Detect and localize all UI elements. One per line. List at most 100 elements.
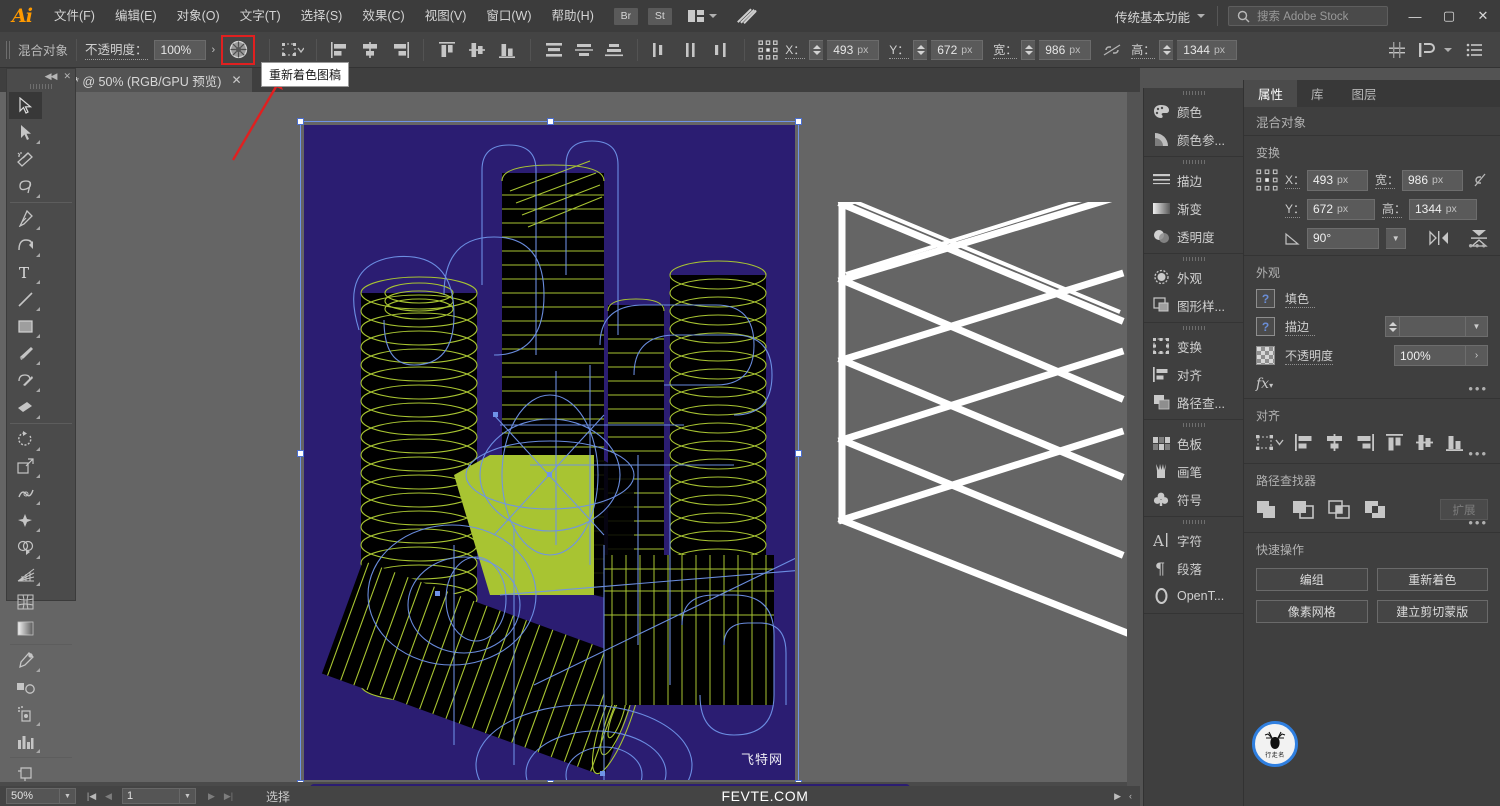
column-graph-tool[interactable] xyxy=(9,728,42,755)
pathfinder-more-options[interactable]: ••• xyxy=(1468,519,1488,527)
align-right-button[interactable] xyxy=(387,37,413,63)
dock-item-transform[interactable]: 变换 xyxy=(1144,332,1243,360)
align-top-button[interactable] xyxy=(1385,434,1404,451)
reference-point-widget[interactable] xyxy=(755,37,781,63)
menu-object[interactable]: 对象(O) xyxy=(167,0,230,32)
pathfinder-intersect-button[interactable] xyxy=(1328,500,1350,519)
control-bar-grip[interactable] xyxy=(6,41,10,59)
eyedropper-tool[interactable] xyxy=(9,647,42,674)
y-stepper[interactable] xyxy=(913,40,927,60)
x-stepper[interactable] xyxy=(809,40,823,60)
pathfinder-unite-button[interactable] xyxy=(1256,500,1278,519)
perspective-grid-tool[interactable] xyxy=(9,561,42,588)
close-icon[interactable]: ✕ xyxy=(63,71,70,82)
align-center-vertical-button[interactable] xyxy=(1415,434,1434,451)
opacity-input[interactable]: 100% xyxy=(154,40,206,60)
dock-grip[interactable] xyxy=(1144,323,1243,332)
y-input[interactable]: 672 px xyxy=(1307,199,1375,220)
y-input[interactable]: 672 px xyxy=(931,40,983,60)
zoom-dropdown-icon[interactable]: ▼ xyxy=(60,788,76,804)
distribute-spacing-right-button[interactable] xyxy=(708,37,734,63)
reference-point-widget[interactable] xyxy=(1256,169,1278,191)
height-stepper[interactable] xyxy=(1159,40,1173,60)
height-input[interactable]: 1344 px xyxy=(1409,199,1477,220)
dock-item-brushes[interactable]: 画笔 xyxy=(1144,457,1243,485)
tab-properties[interactable]: 属性 xyxy=(1244,80,1297,107)
artboard[interactable]: 飞特网 xyxy=(304,125,795,780)
quick-action-clipping-mask[interactable]: 建立剪切蒙版 xyxy=(1377,600,1489,623)
rectangle-tool[interactable] xyxy=(9,313,42,340)
dock-item-appearance[interactable]: 外观 xyxy=(1144,263,1243,291)
scale-tool[interactable] xyxy=(9,453,42,480)
align-top-button[interactable] xyxy=(434,37,460,63)
menu-view[interactable]: 视图(V) xyxy=(415,0,477,32)
quick-action-pixel-grid[interactable]: 像素网格 xyxy=(1256,600,1368,623)
dock-grip[interactable] xyxy=(1144,420,1243,429)
artboard-dropdown-icon[interactable]: ▼ xyxy=(180,788,196,804)
menu-effect[interactable]: 效果(C) xyxy=(352,0,414,32)
document-setup-button[interactable] xyxy=(1462,37,1488,63)
handle-middle-left[interactable] xyxy=(297,450,304,457)
distribute-bottom-button[interactable] xyxy=(601,37,627,63)
pathfinder-minus-front-button[interactable] xyxy=(1292,500,1314,519)
chevron-down-icon[interactable] xyxy=(1444,48,1452,52)
eraser-tool[interactable] xyxy=(9,394,42,421)
x-input[interactable]: 493 px xyxy=(1307,170,1368,191)
document-tab[interactable]: * @ 50% (RGB/GPU 预览) ✕ xyxy=(62,68,252,92)
dock-item-align[interactable]: 对齐 xyxy=(1144,360,1243,388)
lasso-tool[interactable] xyxy=(9,173,42,200)
minimize-button[interactable]: — xyxy=(1398,0,1432,32)
align-to-dropdown[interactable] xyxy=(1256,434,1284,451)
transform-more-options[interactable]: ••• xyxy=(1468,242,1488,250)
dock-grip[interactable] xyxy=(1144,157,1243,166)
free-transform-tool[interactable] xyxy=(9,507,42,534)
opacity-expand-icon[interactable]: › xyxy=(212,44,216,56)
type-tool[interactable]: T xyxy=(9,259,42,286)
dock-item-color-guide[interactable]: 颜色参... xyxy=(1144,125,1243,153)
previous-artboard-button[interactable]: ◀ xyxy=(101,791,116,802)
artboard-tool[interactable] xyxy=(9,760,42,787)
fill-swatch[interactable]: ? xyxy=(1256,289,1275,308)
lock-proportions-toggle[interactable] xyxy=(1099,37,1125,63)
menu-select[interactable]: 选择(S) xyxy=(291,0,353,32)
distribute-center-button[interactable] xyxy=(571,37,597,63)
align-left-button[interactable] xyxy=(1295,434,1314,451)
shaper-tool[interactable] xyxy=(9,367,42,394)
align-center-horizontal-button[interactable] xyxy=(357,37,383,63)
zoom-level-input[interactable]: 50% xyxy=(6,788,60,804)
gradient-tool[interactable] xyxy=(9,615,42,642)
tab-layers[interactable]: 图层 xyxy=(1338,80,1391,107)
artboard-number-input[interactable]: 1 xyxy=(122,788,180,804)
dock-item-symbols[interactable]: 符号 xyxy=(1144,485,1243,513)
first-artboard-button[interactable]: |◀ xyxy=(84,791,99,802)
magic-wand-tool[interactable] xyxy=(9,146,42,173)
status-resize-grip[interactable]: ‹ xyxy=(1129,791,1132,802)
handle-top-left[interactable] xyxy=(297,118,304,125)
opacity-input[interactable]: 100% xyxy=(1394,345,1466,366)
width-input[interactable]: 986 px xyxy=(1402,170,1463,191)
align-center-vertical-button[interactable] xyxy=(464,37,490,63)
recolor-artwork-button[interactable] xyxy=(221,35,255,65)
width-tool[interactable] xyxy=(9,480,42,507)
symbol-sprayer-tool[interactable] xyxy=(9,701,42,728)
dock-item-transparency[interactable]: 透明度 xyxy=(1144,222,1243,250)
align-left-button[interactable] xyxy=(327,37,353,63)
opacity-expand-icon[interactable]: › xyxy=(1466,345,1488,366)
bridge-button[interactable]: Br xyxy=(614,8,638,25)
rotate-tool[interactable] xyxy=(9,426,42,453)
distribute-spacing-left-button[interactable] xyxy=(648,37,674,63)
dock-item-character[interactable]: A 字符 xyxy=(1144,526,1243,554)
dock-grip[interactable] xyxy=(1144,517,1243,526)
maximize-button[interactable]: ▢ xyxy=(1432,0,1466,32)
workspace-switcher[interactable]: 传统基本功能 xyxy=(1103,7,1217,26)
close-button[interactable]: ✕ xyxy=(1466,0,1500,32)
width-stepper[interactable] xyxy=(1021,40,1035,60)
effects-button[interactable]: fx▾ xyxy=(1256,374,1488,392)
menu-window[interactable]: 窗口(W) xyxy=(476,0,541,32)
line-segment-tool[interactable] xyxy=(9,286,42,313)
collapse-panel-icon[interactable]: ◀◀ xyxy=(45,71,57,82)
handle-top-right[interactable] xyxy=(795,118,802,125)
dock-item-paragraph[interactable]: ¶ 段落 xyxy=(1144,554,1243,582)
direct-selection-tool[interactable] xyxy=(9,119,42,146)
rotation-angle-input[interactable]: 90° xyxy=(1307,228,1379,249)
